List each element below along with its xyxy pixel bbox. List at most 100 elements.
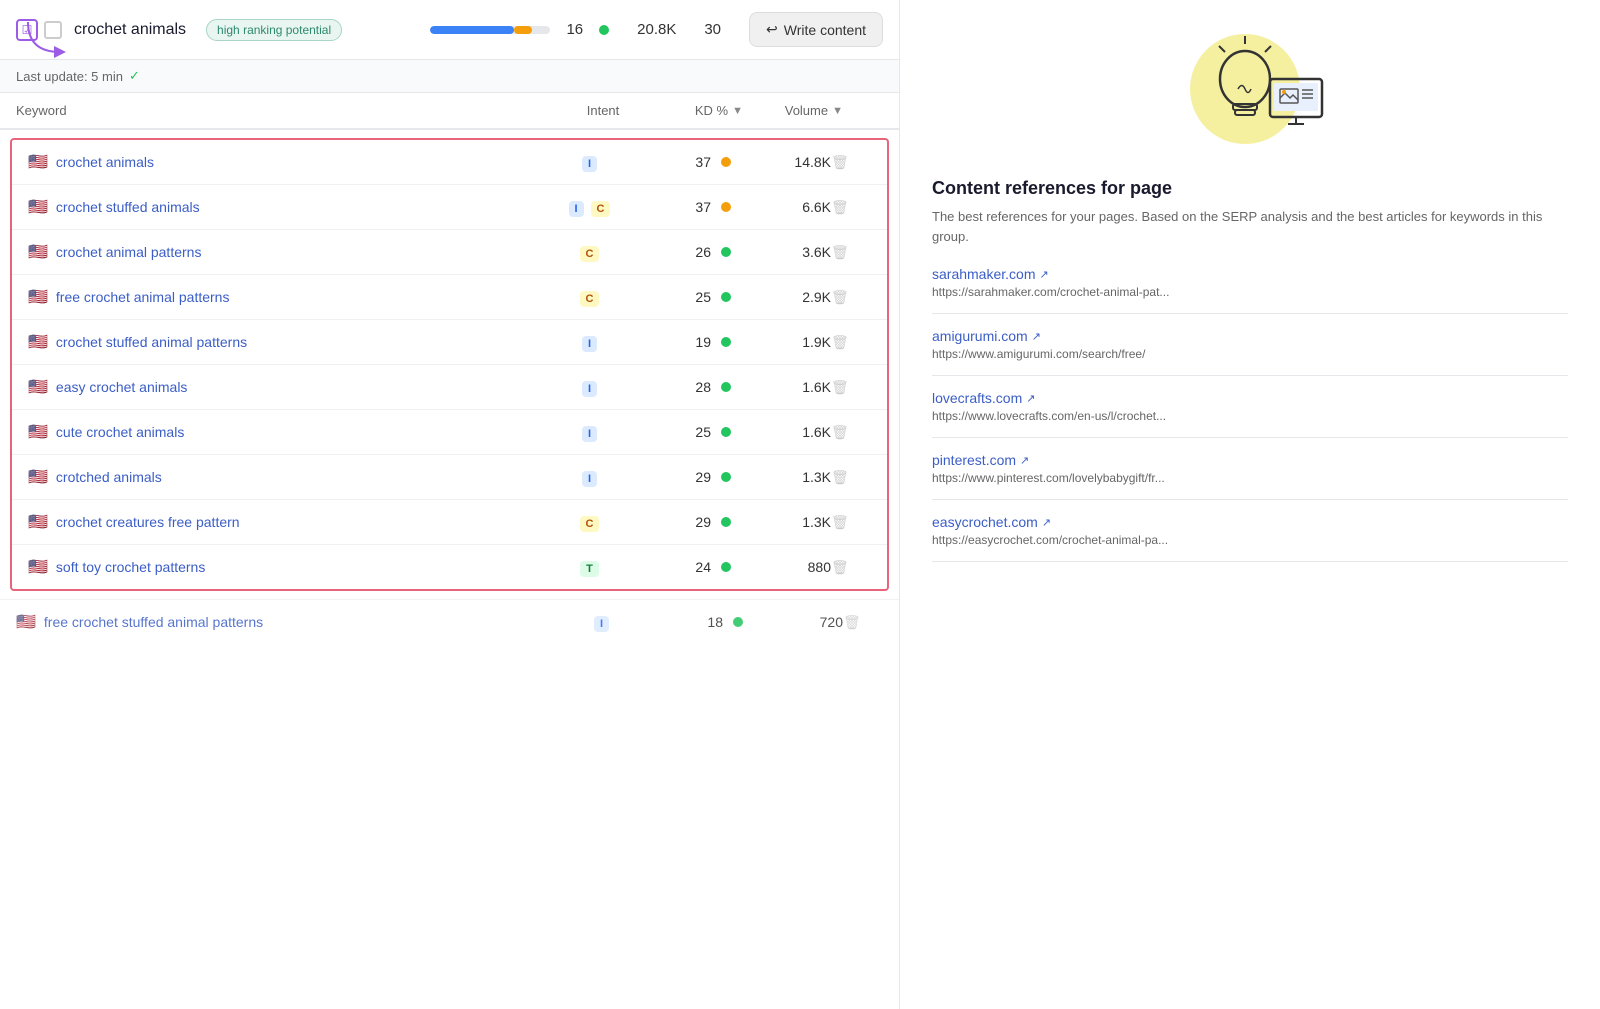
delete-icon[interactable]: 🗑 [843, 614, 861, 630]
ref-link[interactable]: pinterest.com ↗ [932, 452, 1568, 468]
intent-badge-c: C [591, 201, 611, 217]
delete-icon[interactable]: 🗑 [831, 424, 849, 440]
keyword-link[interactable]: free crochet stuffed animal patterns [44, 614, 563, 630]
table-row: 🇺🇸 soft toy crochet patterns T 24 880 🗑 [12, 545, 887, 589]
intent-badge-i: I [582, 156, 597, 172]
intent-badge-i: I [594, 616, 609, 632]
keyword-link[interactable]: cute crochet animals [56, 424, 551, 440]
table-row: 🇺🇸 cute crochet animals I 25 1.6K 🗑 [12, 410, 887, 455]
ref-item: easycrochet.com ↗ https://easycrochet.co… [932, 514, 1568, 562]
header-keyword: crochet animals [74, 21, 186, 39]
ref-domain: pinterest.com [932, 452, 1016, 468]
kd-dot [721, 472, 731, 482]
kd-dot [721, 247, 731, 257]
external-link-icon: ↗ [1039, 268, 1048, 281]
intent-cell: I [551, 154, 631, 170]
intent-cell: I [563, 614, 643, 630]
ref-link[interactable]: sarahmaker.com ↗ [932, 266, 1568, 282]
volume-filter-icon[interactable]: ▼ [832, 105, 843, 117]
kd-dot [721, 337, 731, 347]
keyword-link[interactable]: crochet stuffed animal patterns [56, 334, 551, 350]
last-update-text: Last update: 5 min [16, 69, 123, 84]
ref-domain: sarahmaker.com [932, 266, 1035, 282]
content-refs-title: Content references for page [932, 178, 1568, 199]
progress-bar [430, 26, 550, 34]
checkbox-wrapper: ☑ [16, 19, 62, 41]
volume-cell: 3.6K [731, 244, 831, 260]
keyword-link[interactable]: free crochet animal patterns [56, 289, 551, 305]
ref-url: https://www.amigurumi.com/search/free/ [932, 347, 1312, 361]
intent-badge-c: C [580, 246, 600, 262]
flag-icon: 🇺🇸 [28, 197, 48, 217]
flag-icon: 🇺🇸 [28, 512, 48, 532]
volume-cell: 720 [743, 614, 843, 630]
table-row: 🇺🇸 crotched animals I 29 1.3K 🗑 [12, 455, 887, 500]
intent-cell: C [551, 289, 631, 305]
col-header-volume: Volume ▼ [743, 103, 843, 118]
intent-cell: I [551, 334, 631, 350]
write-icon: ↩ [766, 21, 778, 38]
intent-badge-i: I [582, 381, 597, 397]
external-link-icon: ↗ [1032, 330, 1041, 343]
kd-dot [721, 427, 731, 437]
kd-dot [721, 382, 731, 392]
table-row: 🇺🇸 crochet animals I 37 14.8K 🗑 [12, 140, 887, 185]
last-update-bar: Last update: 5 min ✓ [0, 60, 899, 93]
delete-icon[interactable]: 🗑 [831, 514, 849, 530]
keyword-link[interactable]: crochet creatures free pattern [56, 514, 551, 530]
ref-domain: amigurumi.com [932, 328, 1028, 344]
intent-cell: I [551, 379, 631, 395]
intent-cell: C [551, 514, 631, 530]
delete-icon[interactable]: 🗑 [831, 559, 849, 575]
ref-url: https://easycrochet.com/crochet-animal-p… [932, 533, 1312, 547]
ref-item: amigurumi.com ↗ https://www.amigurumi.co… [932, 328, 1568, 376]
kd-cell: 24 [631, 559, 731, 575]
ref-url: https://www.lovecrafts.com/en-us/l/croch… [932, 409, 1312, 423]
kd-cell: 26 [631, 244, 731, 260]
table-row: 🇺🇸 free crochet stuffed animal patterns … [0, 599, 899, 644]
ref-domain: easycrochet.com [932, 514, 1038, 530]
right-panel: Content references for page The best ref… [900, 0, 1600, 1009]
delete-icon[interactable]: 🗑 [831, 154, 849, 170]
keyword-link[interactable]: soft toy crochet patterns [56, 559, 551, 575]
delete-icon[interactable]: 🗑 [831, 199, 849, 215]
external-link-icon: ↗ [1042, 516, 1051, 529]
ref-link[interactable]: amigurumi.com ↗ [932, 328, 1568, 344]
keyword-link[interactable]: crotched animals [56, 469, 551, 485]
illustration [1170, 24, 1330, 154]
flag-icon: 🇺🇸 [28, 152, 48, 172]
flag-icon: 🇺🇸 [28, 467, 48, 487]
table-row: 🇺🇸 crochet creatures free pattern C 29 1… [12, 500, 887, 545]
header-row: ☑ crochet animals high ranking potential [0, 0, 899, 60]
external-link-icon: ↗ [1026, 392, 1035, 405]
ref-item: lovecrafts.com ↗ https://www.lovecrafts.… [932, 390, 1568, 438]
illustration-svg [1170, 24, 1330, 154]
delete-icon[interactable]: 🗑 [831, 379, 849, 395]
kd-dot [733, 617, 743, 627]
intent-badge-i: I [582, 426, 597, 442]
delete-icon[interactable]: 🗑 [831, 244, 849, 260]
table-row: 🇺🇸 free crochet animal patterns C 25 2.9… [12, 275, 887, 320]
write-content-button[interactable]: ↩ Write content [749, 12, 883, 47]
kd-filter-icon[interactable]: ▼ [732, 105, 743, 117]
kd-cell: 25 [631, 424, 731, 440]
intent-badge-c: C [580, 516, 600, 532]
delete-icon[interactable]: 🗑 [831, 469, 849, 485]
keyword-link[interactable]: easy crochet animals [56, 379, 551, 395]
ranking-badge: high ranking potential [206, 19, 342, 41]
volume-cell: 1.9K [731, 334, 831, 350]
intent-cell: C [551, 244, 631, 260]
keyword-link[interactable]: crochet animal patterns [56, 244, 551, 260]
delete-icon[interactable]: 🗑 [831, 334, 849, 350]
volume-cell: 880 [731, 559, 831, 575]
score-number: 16 [566, 21, 583, 38]
progress-bar-container [430, 26, 550, 34]
keyword-link[interactable]: crochet animals [56, 154, 551, 170]
ref-link[interactable]: easycrochet.com ↗ [932, 514, 1568, 530]
progress-fill-blue [430, 26, 514, 34]
keyword-link[interactable]: crochet stuffed animals [56, 199, 551, 215]
intent-badge-t: T [580, 561, 599, 577]
delete-icon[interactable]: 🗑 [831, 289, 849, 305]
table-header: Keyword Intent KD % ▼ Volume ▼ [0, 93, 899, 130]
ref-link[interactable]: lovecrafts.com ↗ [932, 390, 1568, 406]
